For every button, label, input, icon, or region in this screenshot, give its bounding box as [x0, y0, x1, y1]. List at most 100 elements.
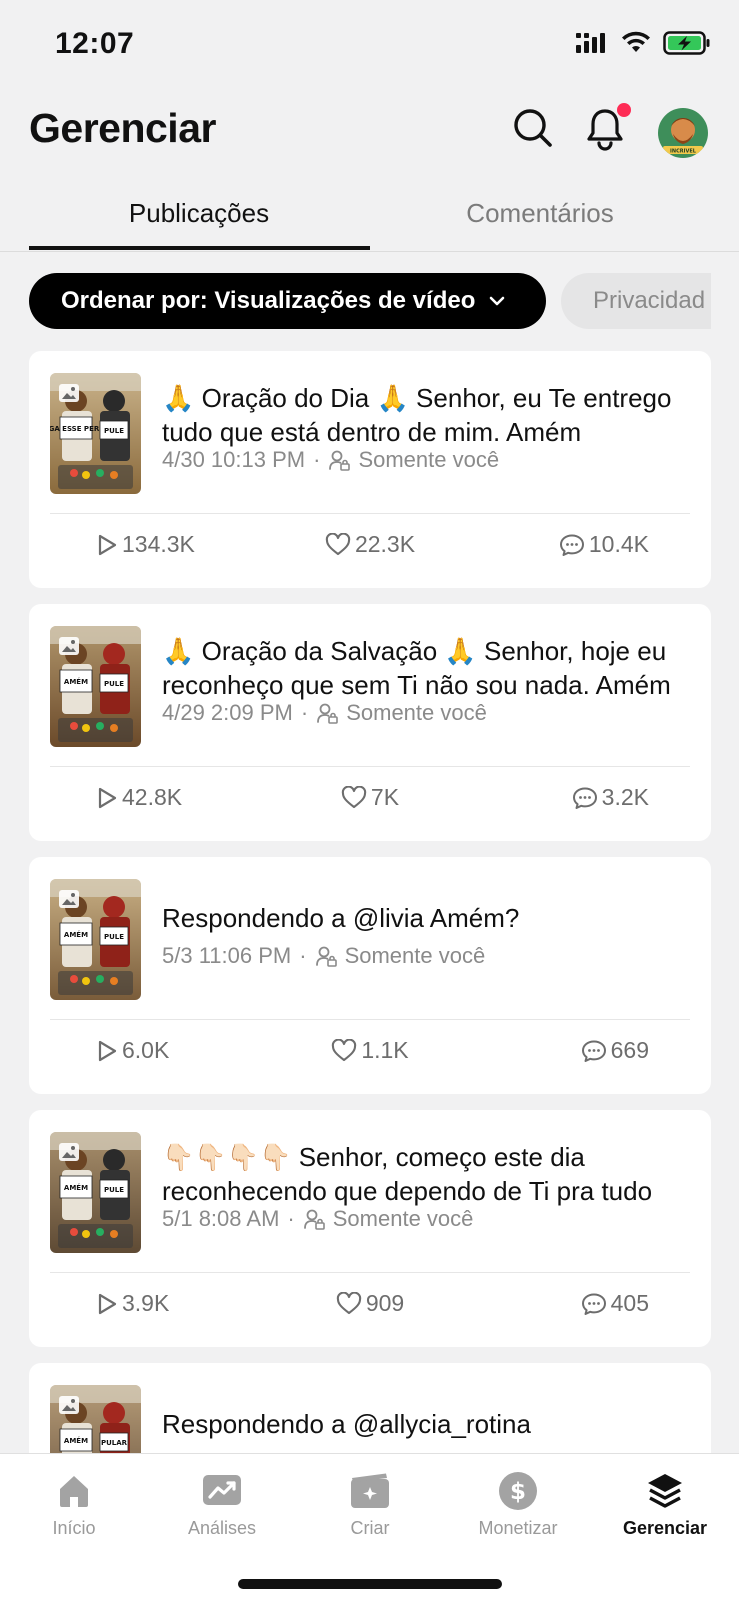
likes-count: 7K — [370, 784, 400, 810]
filter-row: Ordenar por: Visualizações de vídeo Priv… — [0, 273, 739, 329]
photo-post-icon — [59, 890, 79, 908]
status-time: 12:07 — [55, 27, 135, 60]
wifi-icon — [622, 31, 650, 52]
comment-icon — [581, 1293, 606, 1315]
tab-bar-top: Publicações Comentários — [0, 190, 739, 252]
post-date: 5/3 11:06 PM — [162, 943, 292, 968]
post-caption: Respondendo a @allycia_rotina — [162, 1409, 531, 1439]
comment-icon — [559, 534, 584, 556]
post-privacy: Somente você — [344, 943, 486, 968]
page-title: Gerenciar — [29, 105, 216, 151]
post-privacy: Somente você — [346, 700, 487, 725]
active-tab-indicator — [29, 246, 370, 250]
post-card[interactable]: AMÉM PULE Respondendo a @livia Amém? 5/3… — [29, 857, 711, 1094]
post-caption: 👇🏻👇🏻👇🏻👇🏻 Senhor, começo este dia reconhe… — [162, 1142, 653, 1206]
search-icon — [514, 109, 552, 147]
post-thumbnail[interactable]: AMÉM PULE — [50, 1132, 141, 1253]
privacy-filter-label: Privacidad — [593, 287, 706, 314]
post-card[interactable]: SIGA ESSE PERFIL PULE 🙏 Oração do Dia 🙏 … — [29, 351, 711, 588]
bottom-tab-bar: Início Análises Criar $ Monetizar Gerenc… — [0, 1453, 739, 1600]
comments-count: 3.2K — [601, 784, 649, 810]
comment-icon — [581, 1040, 606, 1062]
post-caption: Respondendo a @livia Amém? — [162, 903, 520, 933]
card-divider — [50, 513, 690, 514]
post-date: 5/1 8:08 AM — [162, 1206, 280, 1231]
avatar[interactable]: INCRIVEL — [658, 108, 708, 158]
thumbnail-sign-right: PULE — [104, 1186, 124, 1194]
tabbar-item-criar[interactable]: Criar — [300, 1468, 440, 1539]
meta-separator: · — [313, 447, 321, 472]
comments-stat: 669 — [581, 1037, 649, 1064]
avatar-image: INCRIVEL — [658, 108, 708, 158]
thumbnail-sign-right: PULE — [104, 933, 124, 941]
comments-stat: 405 — [581, 1290, 649, 1317]
avatar-label: INCRIVEL — [670, 149, 697, 155]
cellular-signal-icon — [576, 33, 605, 53]
tab-publicacoes[interactable]: Publicações — [29, 198, 369, 229]
photo-post-icon — [59, 1143, 79, 1161]
create-icon — [351, 1473, 389, 1508]
heart-icon — [336, 1291, 361, 1314]
tabbar-item-inicio[interactable]: Início — [4, 1468, 144, 1539]
thumbnail-sign-left: AMÉM — [64, 1436, 88, 1445]
thumbnail-sign-right: PULAR — [101, 1439, 128, 1447]
heart-icon — [332, 1038, 357, 1061]
post-thumbnail[interactable]: AMÉM PULE — [50, 626, 141, 747]
post-thumbnail[interactable]: SIGA ESSE PERFIL PULE — [50, 373, 141, 494]
thumbnail-sign-right: PULE — [104, 680, 124, 688]
private-user-icon — [303, 1209, 325, 1230]
header: Gerenciar — [0, 95, 739, 175]
tabbar-item-gerenciar[interactable]: Gerenciar — [595, 1468, 735, 1539]
sort-dropdown[interactable]: Ordenar por: Visualizações de vídeo — [29, 273, 546, 329]
post-card[interactable]: AMÉM PULE 🙏 Oração da Salvação 🙏 Senhor,… — [29, 604, 711, 841]
notification-badge-dot — [617, 103, 631, 117]
tabbar-label: Criar — [350, 1518, 390, 1538]
card-divider — [50, 766, 690, 767]
home-icon — [60, 1476, 88, 1507]
meta-separator: · — [299, 943, 307, 968]
post-stats: 42.8K 7K 3.2K — [29, 784, 711, 824]
comments-stat: 3.2K — [572, 784, 649, 811]
post-card[interactable]: AMÉM PULE 👇🏻👇🏻👇🏻👇🏻 Senhor, começo este d… — [29, 1110, 711, 1347]
thumbnail-sign-left: AMÉM — [64, 930, 88, 939]
svg-text:$: $ — [510, 1479, 526, 1505]
thumbnail-sign-left: AMÉM — [64, 677, 88, 686]
status-icons — [575, 30, 711, 56]
post-date: 4/30 10:13 PM — [162, 447, 306, 472]
post-privacy: Somente você — [332, 1206, 474, 1231]
card-divider — [50, 1019, 690, 1020]
tabbar-label: Início — [52, 1518, 96, 1538]
post-privacy: Somente você — [358, 447, 500, 472]
post-caption: 🙏 Oração do Dia 🙏 Senhor, eu Te entrego … — [162, 383, 672, 447]
post-thumbnail[interactable]: AMÉM PULE — [50, 879, 141, 1000]
status-bar: 12:07 — [0, 0, 739, 90]
comments-count: 10.4K — [588, 531, 649, 557]
post-meta: 4/29 2:09 PM · Somente você — [162, 700, 487, 726]
post-caption: 🙏 Oração da Salvação 🙏 Senhor, hoje eu r… — [162, 636, 671, 700]
meta-separator: · — [300, 700, 309, 725]
meta-separator: · — [287, 1206, 295, 1231]
home-indicator — [238, 1579, 502, 1589]
photo-post-icon — [59, 384, 79, 402]
analytics-icon — [203, 1475, 241, 1505]
tabbar-item-analises[interactable]: Análises — [152, 1468, 292, 1539]
post-date: 4/29 2:09 PM — [162, 700, 293, 725]
likes-count: 22.3K — [354, 531, 416, 557]
tabbar-label: Monetizar — [478, 1518, 558, 1538]
search-button[interactable] — [512, 107, 554, 154]
post-meta: 5/1 8:08 AM · Somente você — [162, 1206, 473, 1232]
battery-charging-icon — [663, 31, 710, 55]
tab-comentarios[interactable]: Comentários — [370, 198, 710, 229]
dollar-icon: $ — [499, 1472, 537, 1510]
comments-stat: 10.4K — [559, 531, 649, 558]
sort-dropdown-label: Ordenar por: Visualizações de vídeo — [61, 287, 476, 314]
likes-count: 909 — [365, 1290, 405, 1316]
notifications-button[interactable] — [585, 103, 631, 156]
private-user-icon — [315, 946, 337, 967]
chevron-down-icon — [490, 296, 505, 306]
privacy-filter[interactable]: Privacidad — [561, 273, 711, 329]
private-user-icon — [329, 450, 351, 471]
photo-post-icon — [59, 1396, 79, 1414]
post-meta: 5/3 11:06 PM · Somente você — [162, 943, 485, 969]
tabbar-item-monetizar[interactable]: $ Monetizar — [448, 1468, 588, 1539]
